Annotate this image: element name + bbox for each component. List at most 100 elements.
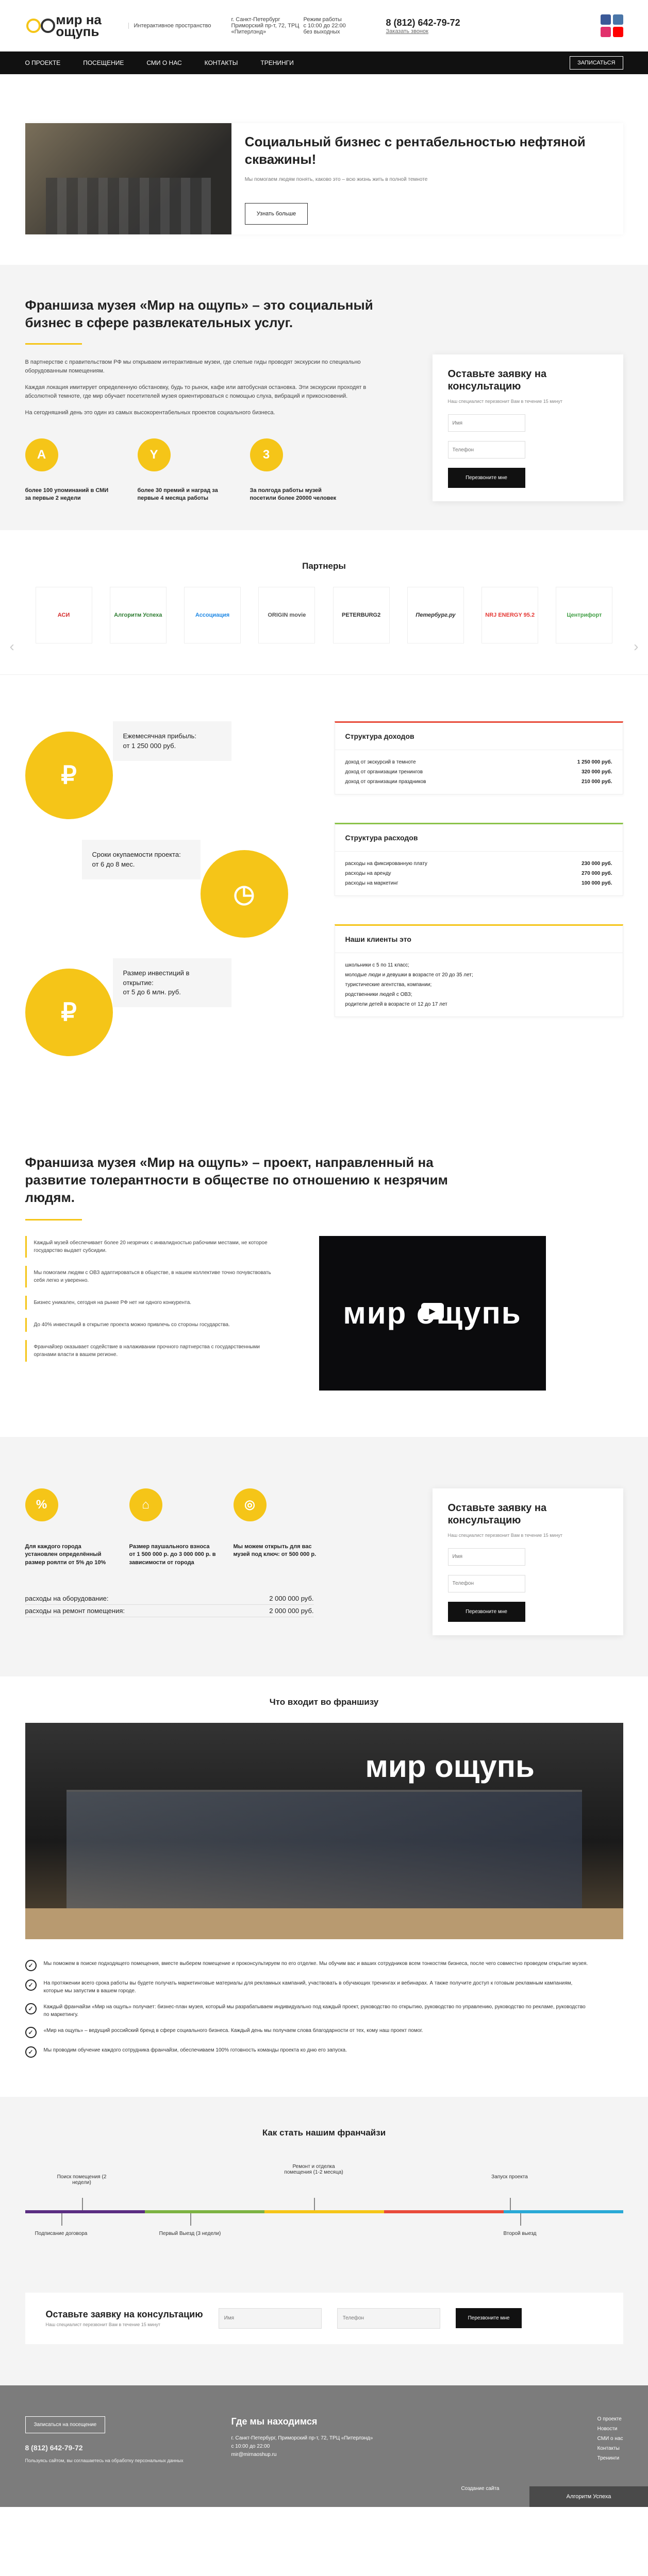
- phone-field[interactable]: [447, 441, 525, 459]
- target-icon: ◎: [233, 1488, 267, 1521]
- nav-visit[interactable]: Посещение: [83, 59, 124, 66]
- stage-label: Подписание договора: [35, 2230, 88, 2236]
- partner-logo[interactable]: АСИ: [35, 587, 92, 644]
- revenue-table: Структура доходов доход от экскурсий в т…: [334, 721, 623, 795]
- franchise-paragraph: На сегодняшний день это один из самых вы…: [25, 409, 275, 416]
- footer-email[interactable]: mir@mirnaoshup.ru: [231, 2451, 373, 2459]
- nav-trainings[interactable]: Тренинги: [260, 59, 293, 66]
- play-icon[interactable]: ▶: [421, 1302, 444, 1319]
- instagram-icon[interactable]: [600, 27, 611, 37]
- list-item: ✓ Каждый франчайзи «Мир на ощупь» получае…: [25, 2003, 592, 2019]
- investment-value: от 5 до 6 млн. руб.: [123, 988, 181, 996]
- nav-contacts[interactable]: Контакты: [205, 59, 238, 66]
- stat-text: Для каждого города установлен определённ…: [25, 1543, 106, 1566]
- footer-where-title: Где мы находимся: [231, 2416, 318, 2427]
- check-icon: ✓: [25, 1979, 37, 1991]
- vk-icon[interactable]: [612, 14, 623, 25]
- send-button[interactable]: Перезвоните мне: [447, 468, 525, 488]
- footer-link[interactable]: СМИ о нас: [597, 2436, 623, 2442]
- list-item: Каждый музей обеспечивает более 20 незря…: [25, 1235, 288, 1258]
- prev-arrow-icon[interactable]: ‹: [10, 638, 14, 655]
- site-header: мир на ощупь Интерактивное пространство …: [0, 0, 648, 52]
- footer-phone[interactable]: 8 (812) 642-79-72: [25, 2443, 201, 2453]
- facebook-icon[interactable]: [600, 14, 611, 25]
- address: г. Санкт-Петербург Приморский пр-т, 72, …: [231, 16, 304, 35]
- fee-stat: ⌂ Размер паушального взноса от 1 500 000…: [129, 1488, 217, 1567]
- hero-more-button[interactable]: Узнать больше: [244, 202, 308, 225]
- header-phone[interactable]: 8 (812) 642-79-72 Заказать звонок: [386, 18, 489, 35]
- list-item: молодые люди и девушки в возрасте от 20 …: [345, 972, 473, 978]
- nav-about[interactable]: О проекте: [25, 59, 61, 66]
- percent-icon: %: [25, 1488, 58, 1521]
- investment-block: ₽ Размер инвестиций в открытие: от 5 до 6…: [25, 958, 314, 1077]
- form-subtitle: Наш специалист перезвонит Вам в течение …: [45, 2322, 161, 2328]
- address-city: г. Санкт-Петербург: [231, 16, 280, 23]
- partner-logo[interactable]: Петербург.ру: [407, 587, 464, 644]
- hours-value: с 10:00 до 22:00: [303, 23, 346, 29]
- nav-press[interactable]: СМИ о нас: [146, 59, 181, 66]
- promo-video[interactable]: мир ощупь ▶: [319, 1235, 546, 1391]
- partner-logo[interactable]: PETERBURG2: [333, 587, 390, 644]
- check-icon: ✓: [25, 1959, 37, 1971]
- store-photo: мир ощупь: [25, 1722, 623, 1939]
- stage-label: Запуск проекта: [491, 2174, 528, 2180]
- stat-media: А более 100 упоминаний в СМИ за первые 2…: [25, 438, 113, 510]
- consultation-form: Оставьте заявку на консультацию Наш спец…: [432, 1488, 623, 1635]
- main-nav: О проекте Посещение СМИ о нас Контакты Т…: [0, 52, 648, 74]
- stage-label: Первый Выезд (3 недели): [159, 2230, 221, 2236]
- phone-field[interactable]: [447, 1574, 525, 1592]
- partner-logo[interactable]: NRJ ENERGY 95.2: [481, 587, 539, 644]
- send-button[interactable]: Перезвоните мне: [447, 1601, 525, 1622]
- partner-logo[interactable]: ORIGIN movie: [258, 587, 315, 644]
- franchise-paragraph: Каждая локация имитирует определенную об…: [25, 384, 367, 400]
- hero-photo: [25, 123, 231, 234]
- logo-eyes-icon: [25, 15, 55, 36]
- footer-link[interactable]: О проекте: [597, 2416, 623, 2422]
- form-title: Оставьте заявку на консультацию: [447, 368, 547, 392]
- check-icon: ✓: [25, 2046, 37, 2058]
- income-value: от 1 250 000 руб.: [123, 741, 176, 750]
- franchise-section: Франшиза музея «Мир на ощупь» – это соци…: [0, 265, 648, 531]
- stages-title: Как стать нашим франчайзи: [262, 2127, 386, 2138]
- franchise-title: Франшиза музея «Мир на ощупь» – это соци…: [25, 297, 373, 330]
- youtube-icon[interactable]: [612, 27, 623, 37]
- name-field[interactable]: [218, 2308, 322, 2329]
- developer-logo[interactable]: Алгоритм Успеха: [529, 2486, 648, 2507]
- list-item: родители детей в возрасте от 12 до 17 ле…: [345, 1002, 447, 1008]
- stages-section: Как стать нашим франчайзи Поиск помещени…: [0, 2096, 648, 2385]
- footer-hours: с 10:00 до 22:00: [231, 2443, 270, 2449]
- consultation-form: Оставьте заявку на консультацию Наш спец…: [432, 354, 623, 501]
- next-arrow-icon[interactable]: ›: [634, 638, 638, 655]
- name-field[interactable]: [447, 1548, 525, 1566]
- list-item: ✓ На протяжении всего срока работы вы буд…: [25, 1979, 592, 1995]
- footer-link[interactable]: Новости: [597, 2426, 623, 2432]
- franchise-paragraph: В партнерстве с правительством РФ мы отк…: [25, 359, 361, 375]
- partners-title: Партнеры: [302, 561, 346, 571]
- send-button[interactable]: Перезвоните мне: [455, 2308, 522, 2329]
- table-row: расходы на аренду 270 000 руб.: [345, 871, 612, 877]
- callback-link[interactable]: Заказать звонок: [386, 28, 489, 35]
- footer-link[interactable]: Тренинги: [597, 2455, 623, 2461]
- partner-logo[interactable]: Ассоциация: [184, 587, 241, 644]
- name-field[interactable]: [447, 414, 525, 432]
- income-block: ₽ Ежемесячная прибыль: от 1 250 000 руб.: [25, 721, 314, 840]
- stat-text: более 30 премий и наград за первые 4 мес…: [137, 487, 218, 501]
- footer-call-button[interactable]: Записаться на посещение: [25, 2416, 106, 2433]
- logo[interactable]: мир на ощупь: [25, 13, 128, 38]
- partner-logo[interactable]: Центрифорт: [556, 587, 613, 644]
- investment-section: % Для каждого города установлен определё…: [0, 1436, 648, 1676]
- phone-field[interactable]: [337, 2308, 440, 2329]
- nav-call-button[interactable]: Записаться: [570, 56, 623, 70]
- income-label: Ежемесячная прибыль:: [123, 732, 196, 740]
- included-title: Что входит во франшизу: [269, 1697, 379, 1707]
- phone-number[interactable]: 8 (812) 642-79-72: [386, 18, 460, 28]
- payback-label: Сроки окупаемости проекта:: [92, 851, 181, 859]
- partner-logo[interactable]: Алгоритм Успеха: [109, 587, 167, 644]
- footer-link[interactable]: Контакты: [597, 2446, 623, 2451]
- visitors-icon: 3: [250, 438, 283, 471]
- timeline: Поиск помещения (2 недели) Ремонт и отде…: [25, 2159, 623, 2282]
- payback-block: ◷ Сроки окупаемости проекта: от 6 до 8 ме…: [25, 840, 314, 958]
- cost-row: расходы на оборудование: 2 000 000 руб.: [25, 1592, 314, 1605]
- clients-title: Наши клиенты это: [335, 926, 623, 954]
- revenue-title: Структура доходов: [335, 723, 623, 751]
